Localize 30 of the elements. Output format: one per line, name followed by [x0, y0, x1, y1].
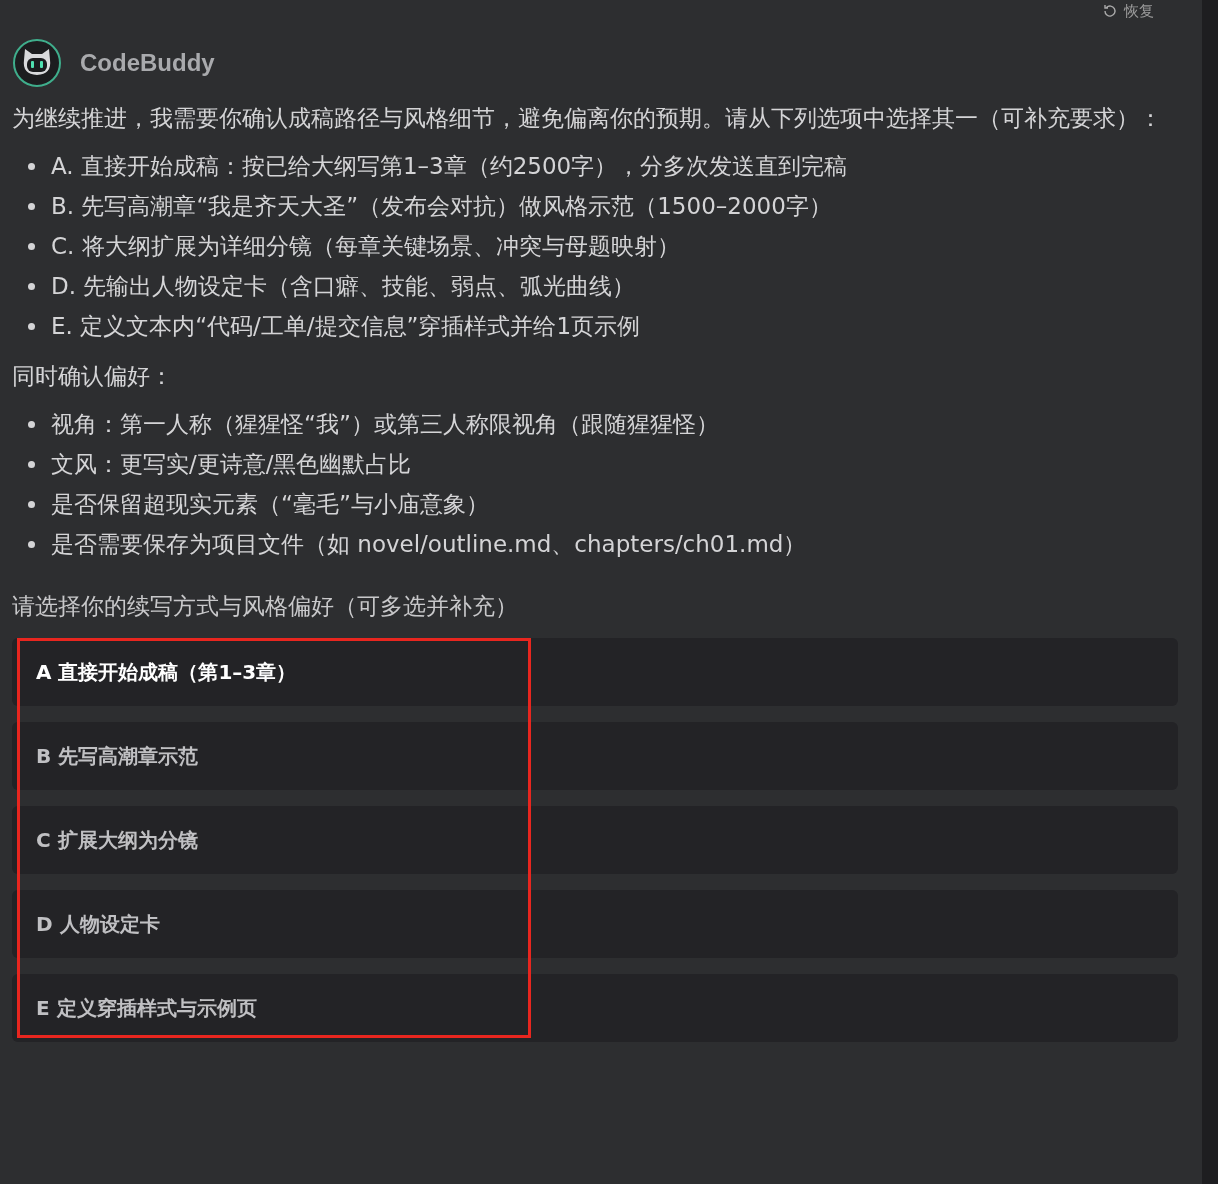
restore-button[interactable]: 恢复: [1098, 0, 1158, 22]
choice-option[interactable]: A 直接开始成稿（第1–3章）: [12, 638, 1178, 706]
message-text: 为继续推进，我需要你确认成稿路径与风格细节，避免偏离你的预期。请从下列选项中选择其一（可补充要求）：: [12, 104, 1163, 133]
list-item-text: 文风：更写实/更诗意/黑色幽默占比: [51, 450, 412, 479]
message-text: 同时确认偏好：: [12, 362, 174, 391]
bullet-icon: [28, 162, 35, 170]
list-item-text: C. 将大纲扩展为详细分镜（每章关键场景、冲突与母题映射）: [51, 232, 680, 261]
bullet-icon: [28, 420, 35, 428]
assistant-name: CodeBuddy: [80, 49, 215, 77]
choice-option[interactable]: D 人物设定卡: [12, 890, 1178, 958]
list-item-text: E. 定义文本内“代码/工单/提交信息”穿插样式并给1页示例: [51, 312, 641, 341]
list-item-text: B. 先写高潮章“我是齐天大圣”（发布会对抗）做风格示范（1500–2000字）: [51, 192, 832, 221]
list-item-text: A. 直接开始成稿：按已给大纲写第1–3章（约2500字），分多次发送直到完稿: [51, 152, 848, 181]
bullet-icon: [28, 202, 35, 210]
list-item-text: 是否需要保存为项目文件（如 novel/outline.md、chapters/ch01.md）: [51, 530, 807, 559]
choice-option[interactable]: B 先写高潮章示范: [12, 722, 1178, 790]
list-item-text: 是否保留超现实元素（“毫毛”与小庙意象）: [51, 490, 489, 519]
bullet-icon: [28, 460, 35, 468]
restore-icon: [1102, 3, 1118, 19]
bullet-icon: [28, 540, 35, 548]
choice-option[interactable]: E 定义穿插样式与示例页: [12, 974, 1178, 1042]
robot-avatar-icon: [12, 38, 62, 88]
list-item-text: 视角：第一人称（猩猩怪“我”）或第三人称限视角（跟随猩猩怪）: [51, 410, 719, 439]
bullet-icon: [28, 500, 35, 508]
bullet-icon: [28, 242, 35, 250]
bullet-icon: [28, 282, 35, 290]
question-prompt: 请选择你的续写方式与风格偏好（可多选并补充）: [12, 592, 519, 621]
bullet-icon: [28, 322, 35, 330]
choice-option[interactable]: C 扩展大纲为分镜: [12, 806, 1178, 874]
list-item-text: D. 先输出人物设定卡（含口癖、技能、弱点、弧光曲线）: [51, 272, 636, 301]
